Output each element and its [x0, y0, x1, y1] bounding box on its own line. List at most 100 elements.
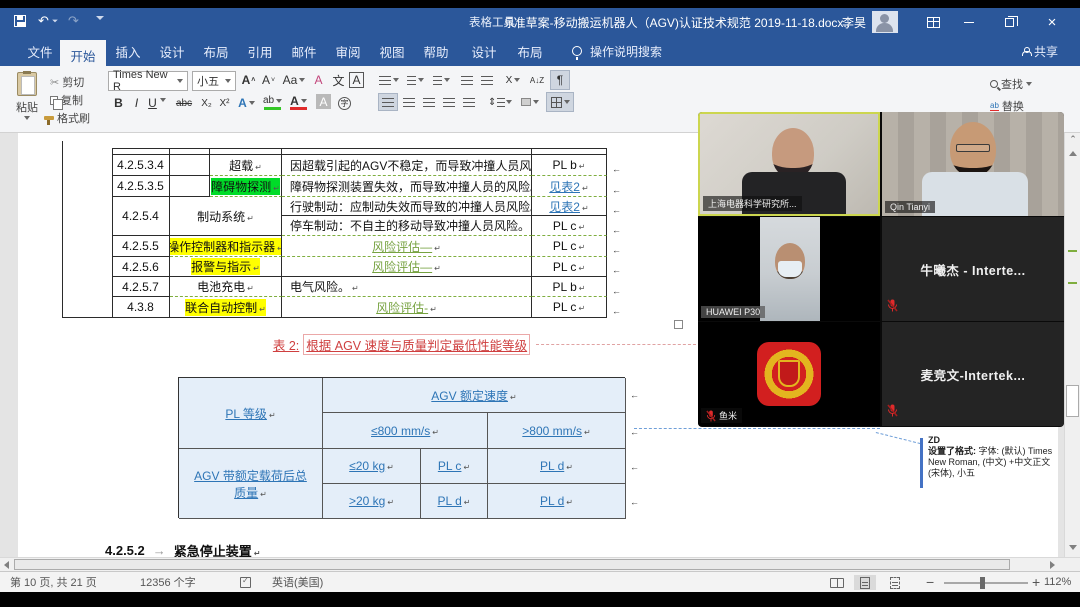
scrollbar-thumb[interactable] [1066, 385, 1079, 417]
web-layout-icon[interactable] [884, 575, 906, 590]
copy-button[interactable]: 复制 [50, 92, 83, 108]
numbering-button[interactable] [404, 71, 426, 89]
table-cell[interactable]: 电气风险。 [282, 277, 532, 297]
see-table2-link[interactable]: 见表2 [549, 198, 588, 215]
risk-assessment-link[interactable]: 风险评估— [372, 238, 441, 255]
table-cell[interactable]: 4.2.5.7 [112, 277, 170, 297]
table1-left-empty-column[interactable] [62, 141, 112, 318]
restore-icon[interactable] [992, 8, 1026, 36]
table-cell[interactable]: PL d [488, 484, 626, 519]
table-cell[interactable]: 风险评估- [282, 297, 532, 318]
table-cell[interactable]: ≤800 mm/s [323, 413, 488, 449]
user-name[interactable]: 李昊 [838, 8, 870, 36]
table-cell[interactable]: PL c [421, 449, 488, 484]
share-button[interactable]: 共享 [1022, 36, 1058, 66]
risk-assessment-link[interactable]: 风险评估- [376, 299, 437, 316]
decrease-indent-button[interactable] [458, 71, 475, 89]
scroll-up-icon[interactable] [1065, 146, 1080, 160]
section-heading[interactable]: 4.2.5.2 → 紧急停止装置 [105, 542, 260, 558]
ribbon-display-options-icon[interactable] [918, 8, 948, 36]
table-cell[interactable]: 障碍物探测 [210, 176, 282, 197]
revision-comment[interactable]: ZD 设置了格式: 字体: (默认) Times New Roman, (中文)… [928, 435, 1058, 479]
risk-assessment-link[interactable]: 风险评估— [372, 258, 441, 275]
table-cell[interactable]: 制动系统 [170, 197, 282, 236]
underline-button[interactable]: U [144, 94, 161, 112]
word-count[interactable]: 12356 个字 [140, 572, 196, 592]
read-mode-icon[interactable] [826, 575, 848, 590]
table-cell[interactable]: 操作控制器和指示器 [170, 236, 282, 257]
close-icon[interactable]: × [1032, 8, 1072, 36]
table-cell[interactable]: >20 kg [323, 484, 421, 519]
minimize-icon[interactable] [952, 8, 986, 36]
tell-me-search[interactable]: 操作说明搜索 [590, 36, 662, 66]
video-tile[interactable]: Qin Tianyi [882, 112, 1064, 216]
shrink-font-button[interactable]: A˅ [260, 71, 277, 89]
tab-review[interactable]: 审阅 [326, 36, 370, 66]
underline-dropdown-icon[interactable] [160, 102, 166, 120]
table-cell[interactable]: 障碍物探测装置失效，而导致冲撞人员的风险。量化 [282, 176, 532, 197]
format-painter-button[interactable]: 格式刷 [44, 110, 90, 126]
user-avatar[interactable] [872, 11, 898, 33]
borders-button[interactable] [546, 92, 574, 112]
grow-font-button[interactable]: A˄ [240, 71, 257, 89]
video-tile[interactable]: 鱼米 [698, 322, 880, 426]
table-cell[interactable]: 4.2.5.3.4 [112, 155, 170, 176]
table-cell[interactable]: PL b [532, 277, 607, 297]
table-cell[interactable]: AGV 额定速度 [323, 378, 626, 413]
table-cell[interactable]: PL b [532, 155, 607, 176]
tab-help[interactable]: 帮助 [414, 36, 458, 66]
table-cell[interactable]: 4.3.8 [112, 297, 170, 318]
table-cell[interactable] [170, 155, 210, 176]
zoom-out-icon[interactable]: − [926, 572, 934, 592]
table-cell[interactable]: PL d [488, 449, 626, 484]
see-table2-link[interactable]: 见表2 [549, 178, 588, 195]
table-cell[interactable]: PL d [421, 484, 488, 519]
tab-insert[interactable]: 插入 [106, 36, 150, 66]
scroll-down-icon[interactable] [1065, 540, 1080, 554]
text-highlight-color-button[interactable]: ab [264, 94, 281, 110]
font-name-combobox[interactable]: Times New R [108, 71, 188, 91]
shading-button[interactable] [518, 93, 542, 111]
table-cell[interactable]: AGV 带额定载荷后总质量 [179, 449, 323, 519]
tab-mailings[interactable]: 邮件 [282, 36, 326, 66]
video-tile[interactable]: HUAWEI P30 [698, 217, 880, 321]
table-cell[interactable]: 电池充电 [170, 277, 282, 297]
scroll-left-icon[interactable] [0, 558, 13, 571]
table-cell[interactable]: 4.2.5.4 [112, 197, 170, 236]
paste-button[interactable]: 粘贴 [16, 72, 38, 120]
undo-icon[interactable]: ↶ [38, 13, 59, 29]
superscript-button[interactable]: X² [216, 94, 233, 112]
table-cell[interactable]: PL c [532, 297, 607, 318]
phonetic-guide-button[interactable]: 文 [330, 71, 347, 89]
table-cell[interactable]: >800 mm/s [488, 413, 626, 449]
cut-button[interactable]: ✂剪切 [50, 74, 84, 90]
table-cell[interactable]: PL c [532, 236, 607, 257]
table-cell[interactable]: 4.2.5.3.5 [112, 176, 170, 197]
zoom-slider-track[interactable] [944, 582, 1028, 584]
subscript-button[interactable]: X₂ [198, 94, 215, 112]
vertical-scrollbar[interactable]: ⌃ [1064, 133, 1080, 557]
table-cell[interactable]: PL 等级 [179, 378, 323, 449]
table-cell[interactable]: 报警与指示 [170, 257, 282, 277]
tab-design[interactable]: 设计 [150, 36, 194, 66]
horizontal-scrollbar[interactable] [0, 557, 1080, 571]
table-cell[interactable]: 风险评估— [282, 236, 532, 257]
enclose-characters-button[interactable]: 字 [336, 94, 353, 112]
align-right-button[interactable] [420, 93, 437, 111]
clear-formatting-button[interactable]: A [310, 71, 327, 89]
tab-table-design[interactable]: 设计 [462, 36, 506, 66]
text-effects-button[interactable]: A [238, 94, 255, 112]
table-cell[interactable]: 4.2.5.6 [112, 257, 170, 277]
align-left-button[interactable] [378, 93, 398, 111]
italic-button[interactable]: I [128, 94, 145, 112]
show-formatting-marks-button[interactable]: ¶ [550, 70, 570, 90]
bold-button[interactable]: B [110, 94, 127, 112]
sort-button[interactable]: A↓Z [526, 71, 548, 89]
video-tile-active-speaker[interactable]: 上海电器科学研究所... [698, 112, 880, 216]
table-cell[interactable]: PL c [532, 257, 607, 277]
video-conference-window[interactable]: 上海电器科学研究所... Qin Tianyi HUAWEI P30 牛曦杰 -… [698, 112, 1064, 427]
table-cell[interactable]: 超载 [210, 155, 282, 176]
tab-file[interactable]: 文件 [18, 36, 62, 66]
increase-indent-button[interactable] [478, 71, 495, 89]
align-center-button[interactable] [400, 93, 417, 111]
